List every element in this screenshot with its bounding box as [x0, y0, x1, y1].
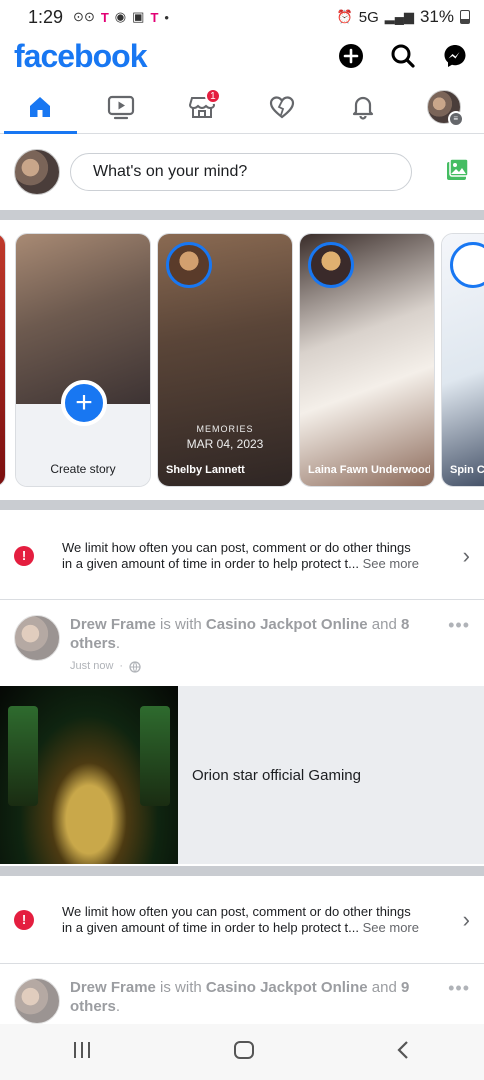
tab-marketplace[interactable]: 1 — [161, 80, 242, 133]
recent-apps-button[interactable] — [70, 1040, 94, 1065]
video-icon — [107, 95, 135, 119]
back-icon — [397, 1040, 409, 1059]
tab-dating[interactable] — [242, 80, 323, 133]
tmobile-small-icon: T — [150, 9, 159, 25]
app-header: facebook — [0, 34, 484, 78]
story-card[interactable]: Spin C — [441, 233, 484, 487]
status-notification-icons: ⊙⊙ T ◉ ▣ T • — [73, 9, 169, 25]
tmobile-icon: T — [100, 9, 109, 25]
post-time: Just now · — [70, 657, 420, 676]
user-avatar[interactable] — [14, 149, 60, 195]
section-divider — [0, 210, 484, 220]
marketplace-badge: 1 — [204, 88, 221, 104]
story-card[interactable]: Laina Fawn Underwood — [299, 233, 435, 487]
memory-date: MAR 04, 2023 — [186, 437, 264, 451]
create-button[interactable] — [336, 41, 366, 71]
image-icon: ▣ — [132, 9, 145, 24]
see-more-link[interactable]: See more — [363, 556, 419, 571]
signal-icon: ▂▄▆ — [384, 9, 414, 24]
post-tagged-page[interactable]: Casino Jackpot Online — [206, 979, 368, 996]
bell-icon — [352, 96, 374, 120]
create-story-card[interactable]: + Create story — [15, 233, 151, 487]
chevron-right-icon: › — [462, 906, 470, 932]
chevron-right-icon: › — [462, 542, 470, 568]
battery-percent: 31% — [419, 7, 454, 26]
link-title: Orion star official Gaming — [192, 766, 361, 784]
main-tabs: 1 ≡ — [0, 80, 484, 134]
profile-avatar: ≡ — [426, 89, 464, 127]
search-icon — [391, 44, 415, 68]
create-story-label: Create story — [50, 462, 116, 476]
story-author: Shelby Lannett — [166, 464, 245, 476]
post-author[interactable]: Drew Frame — [70, 979, 156, 996]
create-story-photo — [16, 234, 150, 404]
messenger-button[interactable] — [440, 41, 470, 71]
home-icon — [30, 96, 51, 117]
messenger-icon — [444, 45, 466, 67]
alert-icon: ! — [14, 909, 34, 930]
post-tagged-page[interactable]: Casino Jackpot Online — [206, 616, 368, 633]
section-divider — [0, 500, 484, 510]
post-header: Drew Frame is with Casino Jackpot Online… — [0, 601, 484, 687]
story-partial-left[interactable] — [0, 233, 6, 487]
link-preview[interactable]: Orion star official Gaming — [0, 686, 484, 864]
add-story-icon: + — [61, 380, 107, 426]
tab-home[interactable] — [0, 80, 81, 134]
tab-notifications[interactable] — [323, 80, 404, 133]
link-thumbnail — [0, 686, 178, 864]
notice-text: We limit how often you can post, comment… — [62, 539, 419, 571]
story-card[interactable]: MEMORIES MAR 04, 2023 Shelby Lannett — [157, 233, 293, 487]
post-meta: Drew Frame is with Casino Jackpot Online… — [70, 615, 420, 673]
whats-on-your-mind-input[interactable]: What's on your mind? — [70, 153, 412, 191]
home-circle-icon — [233, 1040, 254, 1059]
dot-icon: • — [164, 9, 169, 25]
search-button[interactable] — [388, 41, 418, 71]
see-more-link[interactable]: See more — [363, 920, 419, 935]
photo-icon — [447, 157, 469, 180]
network-type: 5G — [358, 8, 379, 26]
plus-circle-icon — [339, 44, 363, 68]
tab-menu[interactable]: ≡ — [403, 80, 484, 133]
home-nav-button[interactable] — [233, 1039, 255, 1066]
notice-text: We limit how often you can post, comment… — [62, 903, 419, 935]
recent-apps-icon — [73, 1041, 90, 1058]
story-author: Spin C — [450, 464, 484, 476]
section-divider — [0, 866, 484, 876]
tab-watch[interactable] — [81, 80, 162, 133]
facebook-logo: facebook — [14, 37, 147, 74]
post-author-avatar[interactable] — [14, 978, 60, 1024]
status-bar: 1:29 ⊙⊙ T ◉ ▣ T • ⏰ 5G ▂▄▆ 31% — [0, 0, 484, 34]
menu-lines-icon: ≡ — [447, 110, 464, 127]
alert-icon: ! — [14, 545, 34, 566]
story-avatar — [308, 242, 354, 288]
back-button[interactable] — [394, 1039, 414, 1066]
post-options-icon[interactable]: ••• — [448, 615, 470, 673]
dating-heart-icon — [270, 95, 295, 118]
status-time: 1:29 — [28, 6, 64, 27]
stories-tray: + Create story MEMORIES MAR 04, 2023 She… — [0, 220, 484, 500]
gamepad-icon: ◉ — [114, 9, 127, 24]
voicemail-icon: ⊙⊙ — [73, 9, 95, 24]
story-avatar — [166, 242, 212, 288]
photo-button[interactable] — [444, 157, 470, 188]
system-nav-bar — [0, 1024, 484, 1080]
story-author: Laina Fawn Underwood — [308, 464, 430, 476]
post-author[interactable]: Drew Frame — [70, 616, 156, 633]
rate-limit-notice[interactable]: ! We limit how often you can post, comme… — [0, 512, 484, 600]
alarm-icon: ⏰ — [336, 9, 353, 24]
battery-icon — [460, 10, 470, 24]
rate-limit-notice[interactable]: ! We limit how often you can post, comme… — [0, 876, 484, 964]
post-composer: What's on your mind? — [0, 134, 484, 210]
memory-label: MEMORIES MAR 04, 2023 — [158, 424, 292, 451]
globe-icon — [129, 660, 141, 673]
post-author-avatar[interactable] — [14, 615, 60, 661]
